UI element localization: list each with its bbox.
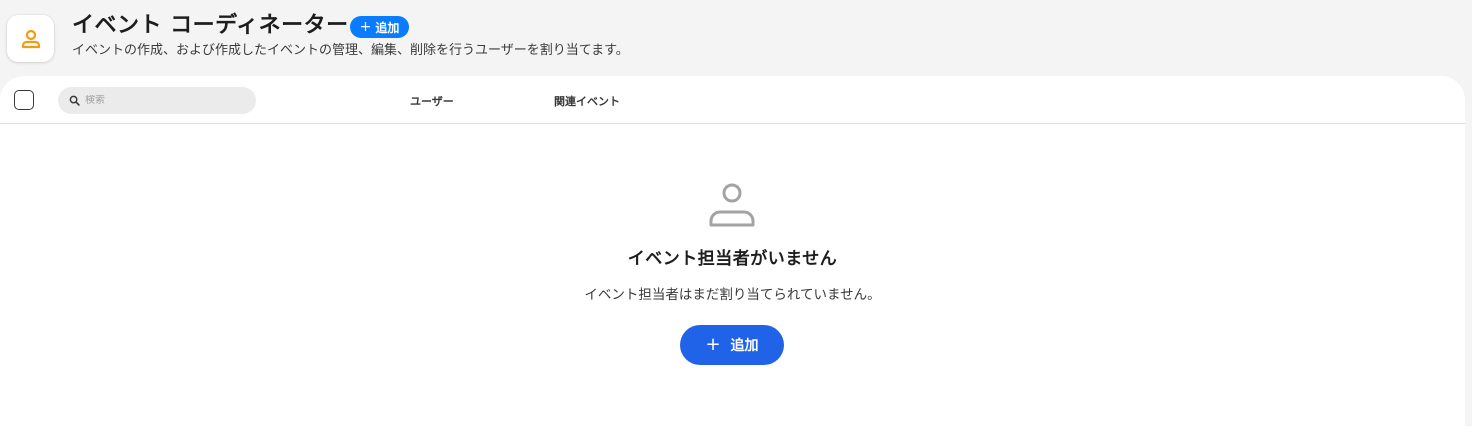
select-all-checkbox[interactable] bbox=[14, 90, 34, 110]
empty-state: イベント担当者がいません イベント担当者はまだ割り当てられていません。 + 追加 bbox=[0, 124, 1465, 426]
coordinators-panel: ユーザー 関連イベント イベント担当者がいません イベント担当者はまだ割り当てら… bbox=[0, 76, 1465, 426]
table-header: ユーザー 関連イベント bbox=[0, 76, 1465, 124]
person-icon bbox=[21, 29, 40, 48]
page-title: イベント コーディネーター bbox=[72, 13, 349, 38]
header-add-button[interactable]: + 追加 bbox=[350, 16, 409, 38]
app-icon bbox=[7, 15, 54, 62]
search-input[interactable] bbox=[85, 95, 245, 106]
search-box[interactable] bbox=[58, 87, 256, 114]
plus-icon: + bbox=[359, 19, 372, 35]
search-icon bbox=[69, 95, 80, 106]
header-add-label: 追加 bbox=[375, 20, 400, 35]
column-header-user[interactable]: ユーザー bbox=[410, 93, 454, 109]
column-header-related-events[interactable]: 関連イベント bbox=[554, 93, 620, 109]
add-coordinator-label: 追加 bbox=[730, 338, 759, 354]
person-outline-icon bbox=[709, 183, 755, 227]
empty-state-title: イベント担当者がいません bbox=[627, 249, 838, 269]
page-subtitle: イベントの作成、および作成したイベントの管理、編集、削除を行うユーザーを割り当て… bbox=[72, 43, 629, 58]
page: イベント コーディネーター + 追加 イベントの作成、および作成したイベントの管… bbox=[0, 0, 1472, 426]
empty-state-description: イベント担当者はまだ割り当てられていません。 bbox=[584, 287, 881, 303]
page-header: イベント コーディネーター + 追加 イベントの作成、および作成したイベントの管… bbox=[0, 0, 1472, 76]
plus-icon: + bbox=[705, 334, 721, 355]
add-coordinator-button[interactable]: + 追加 bbox=[680, 325, 784, 365]
